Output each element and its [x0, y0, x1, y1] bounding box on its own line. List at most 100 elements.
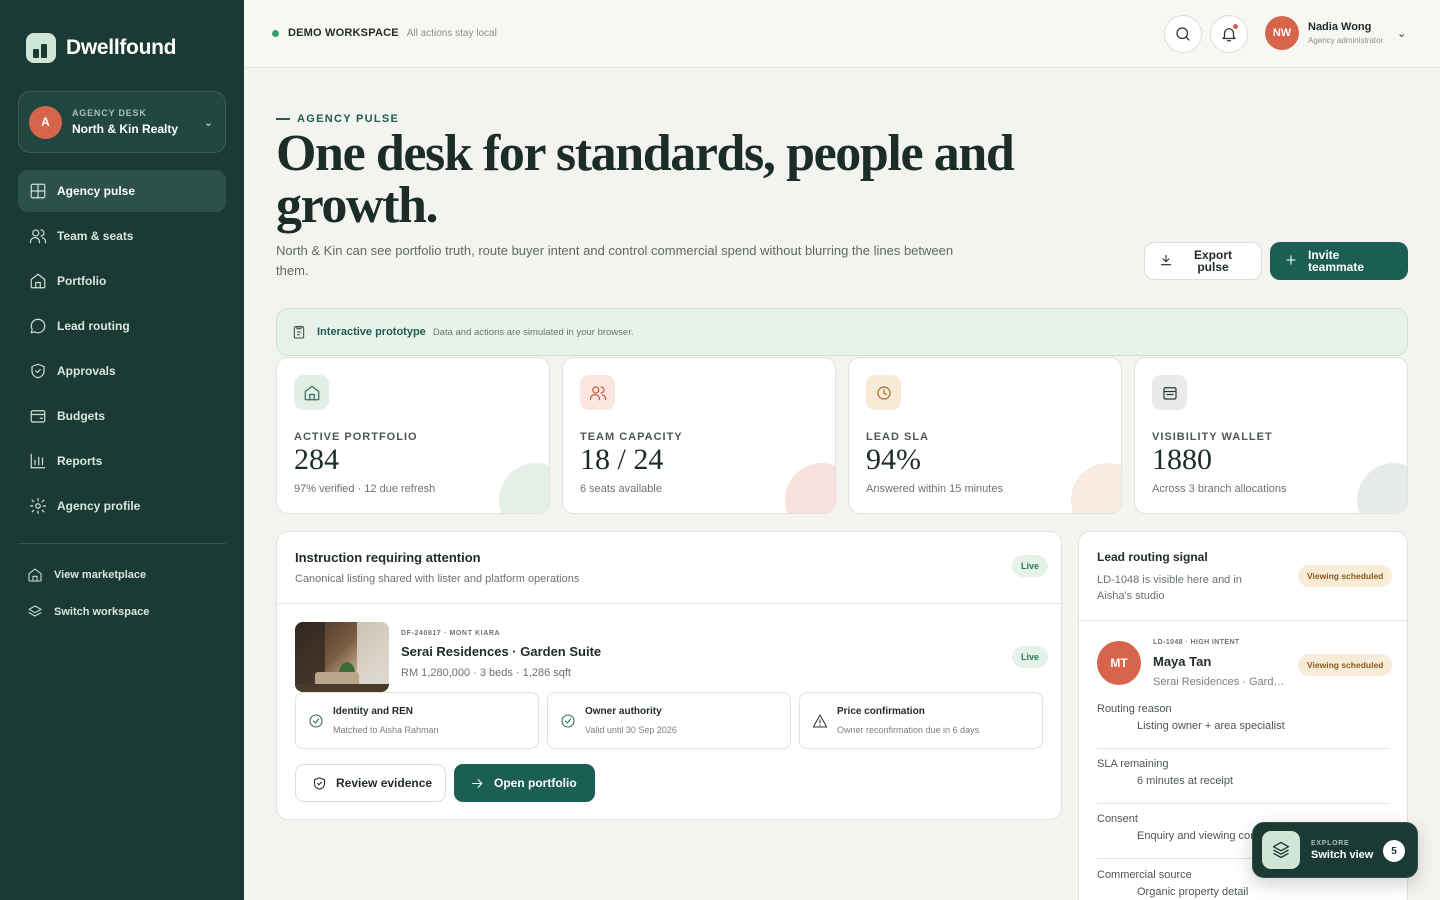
sidebar-secondary-nav: View marketplace Switch workspace — [18, 560, 226, 634]
top-bar: DEMO WORKSPACE All actions stay local NW… — [244, 0, 1440, 68]
lead-reference: LD-1048 · HIGH INTENT — [1153, 639, 1240, 646]
wallet-icon — [29, 407, 47, 425]
decorative-blob — [499, 463, 549, 513]
stat-label: VISIBILITY WALLET — [1152, 431, 1273, 443]
stat-label: TEAM CAPACITY — [580, 431, 683, 443]
brand-name: Dwellfound — [66, 36, 177, 59]
sidebar-divider — [18, 543, 226, 544]
decorative-blob — [1357, 463, 1407, 513]
sidebar-item-agency-pulse[interactable]: Agency pulse — [18, 170, 226, 212]
sidebar-item-label: Switch workspace — [54, 606, 150, 618]
stat-value: 94% — [866, 443, 921, 476]
export-pulse-button[interactable]: Export pulse — [1144, 242, 1262, 280]
sidebar-item-approvals[interactable]: Approvals — [18, 350, 226, 392]
user-menu[interactable]: NW Nadia Wong Agency administrator ⌄ — [1265, 16, 1406, 50]
search-button[interactable] — [1164, 15, 1202, 53]
stat-card-lead-sla[interactable]: LEAD SLA 94% Answered within 15 minutes — [848, 357, 1122, 514]
clipboard-icon — [293, 326, 305, 339]
decorative-blob — [785, 463, 835, 513]
check-circle-icon — [309, 714, 323, 728]
invite-teammate-button[interactable]: Invite teammate — [1270, 242, 1408, 280]
sidebar: Dwellfound A AGENCY DESK North & Kin Rea… — [0, 0, 244, 900]
layers-icon — [26, 603, 44, 621]
open-portfolio-button[interactable]: Open portfolio — [454, 764, 595, 802]
sidebar-item-label: View marketplace — [54, 569, 147, 581]
page-description: North & Kin can see portfolio truth, rou… — [276, 243, 954, 278]
stat-card-visibility-wallet[interactable]: VISIBILITY WALLET 1880 Across 3 branch a… — [1134, 357, 1408, 514]
sidebar-item-label: Lead routing — [57, 319, 130, 333]
stat-value: 284 — [294, 443, 339, 476]
status-badge: Viewing scheduled — [1298, 565, 1393, 587]
agency-avatar: A — [29, 105, 62, 139]
instruction-title: Instruction requiring attention — [295, 550, 481, 565]
decorative-blob — [1071, 463, 1121, 513]
stat-label: ACTIVE PORTFOLIO — [294, 431, 418, 443]
sidebar-item-agency-profile[interactable]: Agency profile — [18, 485, 226, 527]
stat-value: 18 / 24 — [580, 443, 664, 476]
listing-name[interactable]: Serai Residences · Garden Suite — [401, 644, 601, 659]
instruction-subtitle: Canonical listing shared with lister and… — [295, 573, 580, 585]
user-role: Agency administrator — [1308, 36, 1384, 45]
workspace-name: DEMO WORKSPACE — [288, 27, 399, 39]
sidebar-item-reports[interactable]: Reports — [18, 440, 226, 482]
shield-check-icon — [29, 362, 47, 380]
stat-card-team-capacity[interactable]: TEAM CAPACITY 18 / 24 6 seats available — [562, 357, 836, 514]
sidebar-item-label: Agency pulse — [57, 184, 136, 198]
chevron-down-icon: ⌄ — [1397, 27, 1407, 40]
listing-reference: DF-240817 · MONT KIARA — [401, 630, 501, 637]
stat-value: 1880 — [1152, 443, 1212, 476]
sidebar-item-team-seats[interactable]: Team & seats — [18, 215, 226, 257]
layers-icon — [1262, 831, 1300, 869]
stat-card-active-portfolio[interactable]: ACTIVE PORTFOLIO 284 97% verified · 12 d… — [276, 357, 550, 514]
sidebar-nav: Agency pulse Team & seats Portfolio Lead… — [18, 170, 226, 530]
stat-note: 6 seats available — [580, 483, 662, 495]
sidebar-item-view-marketplace[interactable]: View marketplace — [18, 560, 226, 590]
gear-icon — [29, 497, 47, 515]
prototype-note: Data and actions are simulated in your b… — [432, 326, 634, 338]
lead-header: Lead routing signal LD-1048 is visible h… — [1079, 532, 1407, 621]
agency-label: AGENCY DESK — [72, 108, 147, 118]
agency-switcher[interactable]: A AGENCY DESK North & Kin Realty ⌄ — [18, 91, 226, 153]
page-kicker: AGENCY PULSE — [276, 113, 399, 125]
stat-note: Answered within 15 minutes — [866, 483, 1003, 495]
lead-contact-name[interactable]: Maya Tan — [1153, 654, 1211, 669]
chat-icon — [29, 317, 47, 335]
notifications-button[interactable] — [1210, 15, 1248, 53]
check-circle-icon — [561, 714, 575, 728]
switch-view-button[interactable]: EXPLORE Switch view 5 — [1252, 822, 1418, 878]
wallet-icon — [1152, 375, 1187, 410]
check-owner-authority[interactable]: Owner authority Valid until 30 Sep 2026 — [547, 692, 791, 749]
avatar: NW — [1265, 16, 1299, 50]
lead-property: Serai Residences · Garden Suite — [1153, 676, 1287, 688]
listing-meta: RM 1,280,000 · 3 beds · 1,286 sqft — [401, 667, 571, 679]
sidebar-item-label: Reports — [57, 454, 103, 468]
status-badge: Live — [1012, 646, 1049, 668]
lead-detail-row: SLA remaining 6 minutes at receipt — [1097, 758, 1389, 804]
sidebar-item-label: Budgets — [57, 409, 105, 423]
shield-check-icon — [313, 776, 326, 790]
status-dot — [272, 29, 279, 37]
sidebar-item-portfolio[interactable]: Portfolio — [18, 260, 226, 302]
check-identity-ren[interactable]: Identity and REN Matched to Aisha Rahman — [295, 692, 539, 749]
status-badge: Live — [1012, 555, 1049, 577]
review-evidence-button[interactable]: Review evidence — [295, 764, 446, 802]
sidebar-item-label: Approvals — [57, 364, 116, 378]
sidebar-item-budgets[interactable]: Budgets — [18, 395, 226, 437]
download-icon — [1159, 253, 1173, 270]
avatar: MT — [1097, 641, 1141, 685]
grid-icon — [29, 182, 47, 200]
brand[interactable]: Dwellfound — [26, 33, 176, 63]
sidebar-item-lead-routing[interactable]: Lead routing — [18, 305, 226, 347]
lead-detail-row: Routing reason Listing owner + area spec… — [1097, 703, 1389, 749]
brand-logo-icon — [26, 33, 56, 63]
users-icon — [29, 227, 47, 245]
home-icon — [29, 272, 47, 290]
listing-photo[interactable] — [295, 622, 389, 692]
sidebar-item-label: Portfolio — [57, 274, 107, 288]
check-price-confirmation[interactable]: Price confirmation Owner reconfirmation … — [799, 692, 1043, 749]
arrow-right-icon — [471, 778, 483, 788]
home-icon — [294, 375, 329, 410]
sidebar-item-switch-workspace[interactable]: Switch workspace — [18, 597, 226, 627]
lead-subtitle: LD-1048 is visible here and in Aisha's s… — [1097, 574, 1242, 602]
agency-name: North & Kin Realty — [72, 122, 179, 136]
